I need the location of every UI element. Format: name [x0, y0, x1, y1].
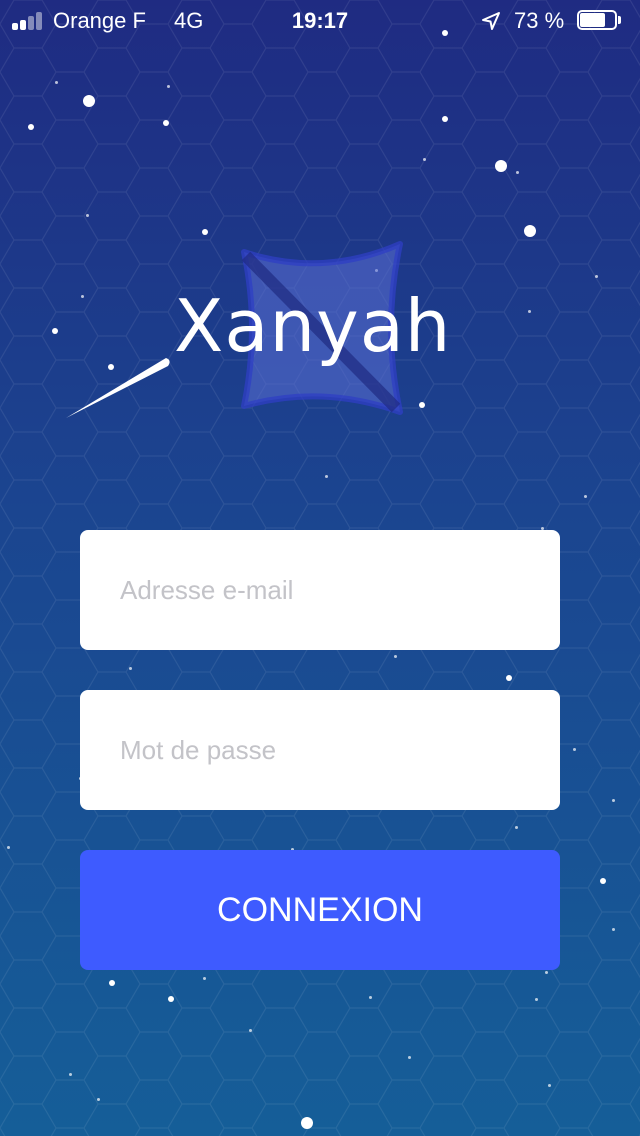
- star: [534, 997, 538, 1001]
- star: [547, 1083, 551, 1087]
- star: [419, 402, 425, 408]
- star: [28, 124, 34, 130]
- star: [506, 675, 512, 681]
- star: [168, 996, 174, 1002]
- star: [495, 160, 507, 172]
- email-field[interactable]: [80, 530, 560, 650]
- star: [163, 120, 169, 126]
- location-arrow-icon: [482, 12, 500, 30]
- star: [6, 845, 10, 849]
- star: [96, 1097, 100, 1101]
- star: [442, 116, 448, 122]
- star: [572, 747, 576, 751]
- battery-level-fill: [580, 13, 605, 27]
- email-input[interactable]: [80, 530, 560, 650]
- star: [83, 95, 95, 107]
- comet-icon: [66, 358, 170, 418]
- star: [422, 157, 426, 161]
- star: [515, 170, 519, 174]
- star: [202, 976, 206, 980]
- password-field[interactable]: [80, 690, 560, 810]
- star: [407, 1055, 411, 1059]
- star: [544, 970, 548, 974]
- star: [514, 825, 518, 829]
- star: [248, 1028, 252, 1032]
- star: [594, 274, 598, 278]
- star: [611, 798, 615, 802]
- battery-icon: [577, 10, 621, 30]
- star: [109, 980, 115, 986]
- app-logo-wordmark: Xanyah: [174, 284, 452, 368]
- star: [52, 328, 58, 334]
- battery-percentage: 73 %: [514, 8, 565, 33]
- star: [393, 654, 397, 658]
- star: [600, 878, 606, 884]
- star: [128, 666, 132, 670]
- star: [80, 294, 84, 298]
- star: [54, 80, 58, 84]
- login-button[interactable]: CONNEXION: [80, 850, 560, 970]
- star: [524, 225, 536, 237]
- star: [583, 494, 587, 498]
- star: [527, 309, 531, 313]
- star: [368, 995, 372, 999]
- star: [68, 1072, 72, 1076]
- star: [166, 84, 170, 88]
- star: [202, 229, 208, 235]
- star: [611, 927, 615, 931]
- status-bar: Orange F 4G 19:17 73 %: [0, 0, 640, 40]
- star: [324, 474, 328, 478]
- star: [85, 213, 89, 217]
- star: [301, 1117, 313, 1129]
- password-input[interactable]: [80, 690, 560, 810]
